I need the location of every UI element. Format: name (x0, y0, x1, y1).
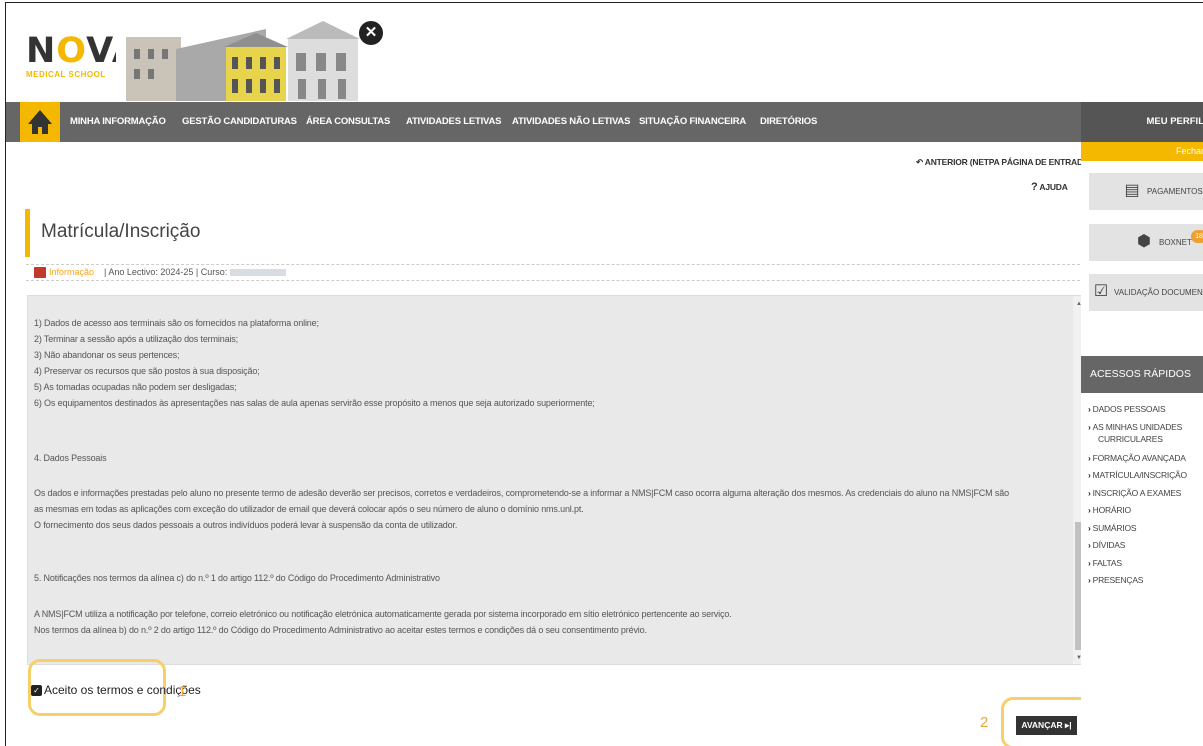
main-nav: MINHA INFORMAÇÃO GESTÃO CANDIDATURAS ÁRE… (6, 102, 1203, 142)
terms-line: 6) Os equipamentos destinados às apresen… (34, 398, 595, 408)
quick-link-presencas[interactable]: › PRESENÇAS (1088, 575, 1143, 586)
chevron-right-icon: › (1088, 404, 1091, 414)
terms-line: 3) Não abandonar os seus pertences; (34, 350, 180, 360)
terms-line: O fornecimento dos seus dados pessoais a… (34, 520, 458, 530)
right-sidebar: MEU PERFIL Fechar ▤ PAGAMENTOS ⬢ BOXNET … (1081, 102, 1203, 746)
checkbox-icon: ☑ (1093, 283, 1109, 300)
back-arrow-icon: ↶ (916, 157, 923, 167)
nav-situacao-financeira[interactable]: SITUAÇÃO FINANCEIRA (639, 102, 746, 142)
quick-link-unidades-cont[interactable]: CURRICULARES (1098, 434, 1163, 445)
profile-menu[interactable]: MEU PERFIL (1081, 102, 1203, 142)
nav-atividades-nao-letivas[interactable]: ATIVIDADES NÃO LETIVAS (512, 102, 630, 142)
accept-highlight: ✓ Aceito os termos e condições (28, 659, 201, 716)
quick-access-title: ACESSOS RÁPIDOS (1081, 356, 1203, 393)
accept-checkbox[interactable]: ✓ (31, 685, 42, 696)
terms-line: A NMS|FCM utiliza a notificação por tele… (34, 609, 732, 619)
title-accent (25, 209, 30, 257)
chevron-right-icon: › (1088, 505, 1091, 515)
app-window: NOVA MEDICAL SCHOOL ✕ MINHA INFORMAÇÃO G… (5, 2, 1203, 746)
quick-link-dados-pessoais[interactable]: › DADOS PESSOAIS (1088, 404, 1166, 415)
quick-link-faltas[interactable]: › FALTAS (1088, 558, 1122, 569)
chevron-right-icon: › (1088, 453, 1091, 463)
quick-link-unidades[interactable]: › AS MINHAS UNIDADES (1088, 422, 1182, 433)
quick-link-horario[interactable]: › HORÁRIO (1088, 505, 1131, 516)
help-icon: ? (1031, 181, 1038, 193)
chevron-right-icon: › (1088, 523, 1091, 533)
boxnet-badge: 18 (1191, 230, 1203, 243)
close-sidebar-link[interactable]: Fechar (1081, 142, 1203, 161)
quick-link-sumarios[interactable]: › SUMÁRIOS (1088, 523, 1137, 534)
info-icon (34, 267, 46, 278)
quick-link-matricula[interactable]: › MATRÍCULA/INSCRIÇÃO (1088, 470, 1187, 481)
nav-minha-informacao[interactable]: MINHA INFORMAÇÃO (70, 102, 166, 142)
redacted-course (230, 269, 287, 277)
boxnet-button[interactable]: ⬢ BOXNET 18 (1089, 224, 1203, 261)
close-icon[interactable]: ✕ (359, 21, 383, 45)
validation-button[interactable]: ☑ VALIDAÇÃO DOCUMENTOS (1089, 274, 1203, 311)
terms-line: 2) Terminar a sessão após a utilização d… (34, 334, 238, 344)
terms-heading: 5. Notificações nos termos da alínea c) … (34, 573, 440, 583)
quick-link-exames[interactable]: › INSCRIÇÃO A EXAMES (1088, 488, 1181, 499)
next-button[interactable]: AVANÇAR ▸| (1016, 716, 1077, 735)
chevron-right-icon: › (1088, 422, 1091, 432)
terms-line: 4) Preservar os recursos que são postos … (34, 366, 260, 376)
nav-atividades-letivas[interactable]: ATIVIDADES LETIVAS (406, 102, 501, 142)
terms-line: Nos termos da alínea b) do n.º 2 do arti… (34, 625, 647, 635)
home-icon (28, 110, 52, 134)
help-link[interactable]: ? AJUDA (1031, 181, 1068, 193)
chevron-right-icon: › (1088, 488, 1091, 498)
terms-panel[interactable]: 1) Dados de acesso aos terminais são os … (27, 295, 1085, 665)
info-row: Informação | Ano Lectivo: 2024-25 | Curs… (26, 264, 1085, 281)
terms-line: as mesmas em todas as aplicações com exc… (34, 504, 584, 514)
header-banner: NOVA MEDICAL SCHOOL ✕ (6, 3, 1203, 102)
course-info: | Ano Lectivo: 2024-25 | Curso: (104, 265, 287, 280)
annotation-1: 1 (178, 683, 187, 700)
payments-icon: ▤ (1124, 182, 1140, 199)
annotation-2: 2 (980, 714, 989, 731)
nav-gestao-candidaturas[interactable]: GESTÃO CANDIDATURAS (182, 102, 297, 142)
chevron-right-icon: › (1088, 575, 1091, 585)
home-button[interactable] (20, 102, 60, 142)
box-icon: ⬢ (1137, 233, 1151, 250)
chevron-right-icon: › (1088, 558, 1091, 568)
page-title: Matrícula/Inscrição (41, 221, 201, 242)
chevron-right-icon: › (1088, 470, 1091, 480)
terms-heading: 4. Dados Pessoais (34, 453, 107, 463)
nav-diretorios[interactable]: DIRETÓRIOS (760, 102, 817, 142)
nav-area-consultas[interactable]: ÁREA CONSULTAS (306, 102, 390, 142)
payments-button[interactable]: ▤ PAGAMENTOS (1089, 173, 1203, 210)
back-link[interactable]: ↶ ANTERIOR (NETPA PÁGINA DE ENTRADA) (916, 157, 1092, 168)
info-link[interactable]: Informação (49, 265, 94, 280)
chevron-right-icon: › (1088, 540, 1091, 550)
quick-link-formacao[interactable]: › FORMAÇÃO AVANÇADA (1088, 453, 1186, 464)
terms-line: 1) Dados de acesso aos terminais são os … (34, 318, 319, 328)
quick-link-dividas[interactable]: › DÍVIDAS (1088, 540, 1125, 551)
terms-line: 5) As tomadas ocupadas não podem ser des… (34, 382, 237, 392)
terms-line: Os dados e informações prestadas pelo al… (34, 488, 1009, 498)
